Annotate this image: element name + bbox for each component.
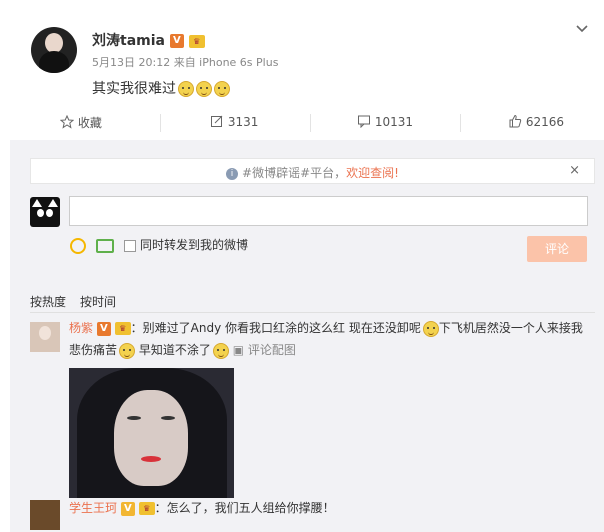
tab-sort-hot[interactable]: 按热度 xyxy=(30,295,66,309)
crying-emoji-icon xyxy=(178,81,194,97)
comment-text-c: 悲伤痛苦 xyxy=(69,343,118,357)
sort-divider xyxy=(30,312,595,313)
rumor-notice-bar: i #微博辟谣#平台，欢迎查阅! × xyxy=(30,158,595,184)
author-name[interactable]: 刘涛tamia xyxy=(92,33,165,49)
smile-emoji-icon xyxy=(212,342,229,359)
comment-icon xyxy=(358,115,370,129)
action-divider xyxy=(160,114,161,132)
comment-input[interactable] xyxy=(69,196,588,226)
comment-text: ：怎么了，我们五人组给你撑腰！ xyxy=(154,501,335,515)
repost-checkbox[interactable] xyxy=(124,239,136,252)
verified-badge: V xyxy=(96,321,111,336)
comment-text-a: ：别难过了Andy 你看我口红涂的这么红 现在还没卸呢 xyxy=(130,321,421,335)
tab-sort-time[interactable]: 按时间 xyxy=(80,295,116,309)
emoji-icon[interactable] xyxy=(70,237,86,254)
notice-text: i #微博辟谣#平台，欢迎查阅! xyxy=(31,164,594,181)
comment-author[interactable]: 杨紫 xyxy=(69,321,93,335)
notice-link[interactable]: 欢迎查阅! xyxy=(346,166,399,180)
smile-emoji-icon xyxy=(119,342,136,359)
comment-image-link[interactable]: ▣ 评论配图 xyxy=(233,343,296,357)
repost-button[interactable]: 3131 xyxy=(210,114,258,129)
collapse-chevron-icon[interactable] xyxy=(575,22,589,36)
verified-badge[interactable]: V xyxy=(169,34,184,48)
like-button[interactable]: 62166 xyxy=(508,114,564,129)
my-avatar xyxy=(30,197,60,227)
action-bar: 收藏 3131 10131 62166 xyxy=(0,104,604,140)
submit-comment-button[interactable]: 评论 xyxy=(527,236,587,262)
like-count: 62166 xyxy=(525,115,565,129)
repost-count: 3131 xyxy=(227,115,259,129)
close-icon[interactable]: × xyxy=(569,163,580,178)
favorite-button[interactable]: 收藏 xyxy=(59,114,102,131)
comment-text-b: 下飞机居然没一个人来接我 xyxy=(438,321,583,335)
action-divider xyxy=(460,114,461,132)
vip-crown-icon: ♛ xyxy=(138,502,155,515)
comment-avatar[interactable] xyxy=(30,500,60,530)
crying-emoji-icon xyxy=(214,81,230,97)
crying-emoji-icon xyxy=(196,81,212,97)
author-name-row: 刘涛tamia V ♛ xyxy=(92,30,205,50)
like-icon xyxy=(509,114,522,128)
comment-text-d: 早知道不涂了 xyxy=(138,343,211,357)
repost-icon xyxy=(211,115,223,127)
notice-prefix: #微博辟谣#平台， xyxy=(242,166,347,180)
picture-icon[interactable] xyxy=(96,238,114,253)
comment-photo[interactable] xyxy=(69,368,234,498)
composer-tools: 同时转发到我的微博 xyxy=(70,236,248,254)
favorite-label: 收藏 xyxy=(77,116,102,130)
comment-author[interactable]: 学生王珂 xyxy=(69,501,117,515)
vip-crown-icon: ♛ xyxy=(114,322,131,335)
comment-item: 学生王珂 V ♛ ：怎么了，我们五人组给你撑腰！ xyxy=(69,497,594,519)
action-divider xyxy=(310,114,311,132)
sort-tabs: 按热度 按时间 xyxy=(30,293,130,310)
comment-button[interactable]: 10131 xyxy=(357,114,413,129)
info-icon: i xyxy=(226,167,239,180)
comment-avatar[interactable] xyxy=(30,322,60,352)
comment-item: 杨紫 V ♛ ：别难过了Andy 你看我口红涂的这么红 现在还没卸呢 下飞机居然没一… xyxy=(69,317,594,361)
post-text: 其实我很难过 xyxy=(92,78,230,98)
verified-badge: V xyxy=(120,501,135,516)
star-icon xyxy=(59,114,75,129)
post-body: 其实我很难过 xyxy=(92,81,176,97)
repost-checkbox-label: 同时转发到我的微博 xyxy=(140,238,249,252)
smile-emoji-icon xyxy=(422,320,439,337)
post-meta: 5月13日 20:12 来自 iPhone 6s Plus xyxy=(92,56,279,69)
vip-crown-icon[interactable]: ♛ xyxy=(188,34,205,48)
author-avatar[interactable] xyxy=(31,27,77,73)
comment-count: 10131 xyxy=(374,115,414,129)
